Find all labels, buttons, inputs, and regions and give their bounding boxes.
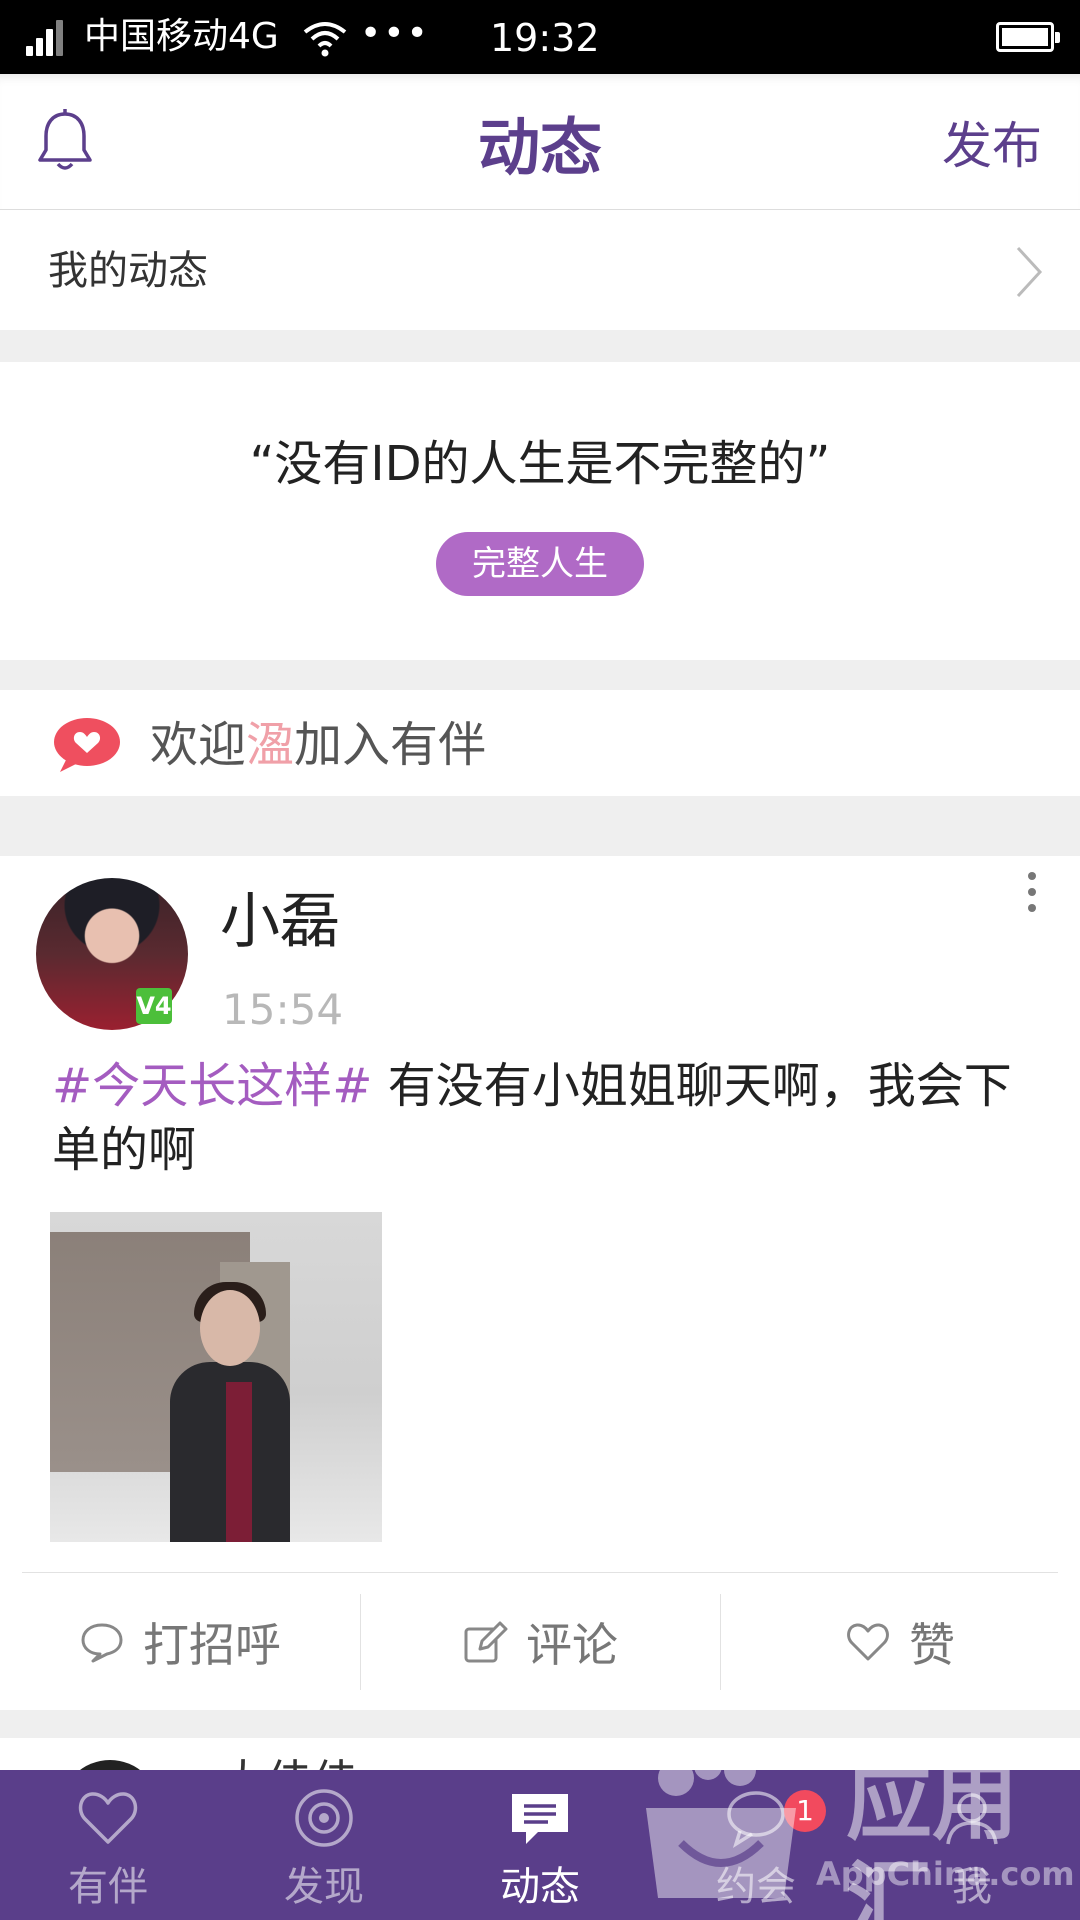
edit-icon (464, 1621, 508, 1663)
tab-me[interactable]: 我 (864, 1770, 1080, 1920)
heart-chat-icon (54, 718, 120, 772)
welcome-suffix: 加入有伴 (294, 717, 487, 773)
tab-label: 约会 (716, 1864, 796, 1910)
heart-icon (78, 1792, 138, 1844)
welcome-username[interactable]: 溋 (246, 717, 294, 773)
my-feed-row[interactable]: 我的动态 (0, 210, 1080, 330)
hashtag-link[interactable]: #今天长这样# (52, 1058, 372, 1114)
tab-label: 动态 (500, 1864, 580, 1910)
welcome-banner: 欢迎溋加入有伴 (0, 690, 1080, 796)
like-label: 赞 (909, 1618, 955, 1672)
comment-label: 评论 (526, 1618, 618, 1672)
date-chat-icon (727, 1791, 785, 1848)
promo-quote: “没有ID的人生是不完整的” (249, 436, 831, 492)
clock: 19:32 (490, 16, 600, 60)
vip-level-badge: V4 (136, 988, 172, 1024)
promo-card: “没有ID的人生是不完整的” 完整人生 (0, 362, 1080, 660)
tab-feed[interactable]: 动态 (432, 1770, 648, 1920)
page-title: 动态 (477, 111, 602, 184)
post-card: V4 小磊 15:54 #今天长这样# 有没有小姐姐聊天啊，我会下单的啊 打招呼 (0, 856, 1080, 1710)
feed-message-icon (512, 1794, 568, 1844)
wifi-icon (303, 22, 347, 57)
tab-dates[interactable]: 约会 (648, 1770, 864, 1920)
chevron-right-icon (1016, 246, 1043, 298)
welcome-text: 欢迎溋加入有伴 (150, 714, 486, 776)
tab-label: 我 (952, 1864, 992, 1910)
greet-label: 打招呼 (143, 1618, 281, 1672)
signal-icon (26, 20, 72, 56)
tab-label: 发现 (284, 1864, 364, 1910)
speech-bubble-icon (81, 1623, 123, 1663)
more-options-icon[interactable] (1026, 872, 1038, 916)
more-notifications-icon: ••• (360, 13, 430, 54)
profile-icon (946, 1793, 998, 1845)
comment-button[interactable]: 评论 (360, 1588, 720, 1696)
tab-youban[interactable]: 有伴 (0, 1770, 216, 1920)
tab-discover[interactable]: 发现 (216, 1770, 432, 1920)
post-photo[interactable] (50, 1212, 382, 1542)
greet-button[interactable]: 打招呼 (0, 1588, 360, 1696)
post-actions: 打招呼 评论 赞 (0, 1588, 1080, 1696)
post-content: #今天长这样# 有没有小姐姐聊天啊，我会下单的啊 (52, 1054, 1032, 1182)
complete-profile-button[interactable]: 完整人生 (436, 532, 644, 596)
heart-outline-icon (847, 1623, 889, 1661)
bottom-tab-bar: 有伴 发现 动态 约会 我 1 (0, 1770, 1080, 1920)
post-timestamp: 15:54 (222, 985, 344, 1034)
app-screen: 中国移动4G ••• 19:32 动态 发布 我的动态 “没有ID的人生是不完整… (0, 0, 1080, 1920)
notification-badge: 1 (784, 1790, 826, 1832)
welcome-prefix: 欢迎 (150, 717, 247, 773)
app-header: 动态 发布 (0, 74, 1080, 210)
discover-icon (295, 1789, 353, 1847)
carrier-label: 中国移动4G (84, 16, 279, 57)
my-feed-label: 我的动态 (48, 248, 208, 294)
status-bar: 中国移动4G ••• 19:32 (0, 0, 1080, 74)
like-button[interactable]: 赞 (720, 1588, 1080, 1696)
post-author-name[interactable]: 小磊 (220, 882, 340, 962)
battery-icon (996, 22, 1060, 52)
tab-label: 有伴 (68, 1864, 148, 1910)
publish-button[interactable]: 发布 (942, 114, 1042, 178)
divider (22, 1572, 1058, 1573)
